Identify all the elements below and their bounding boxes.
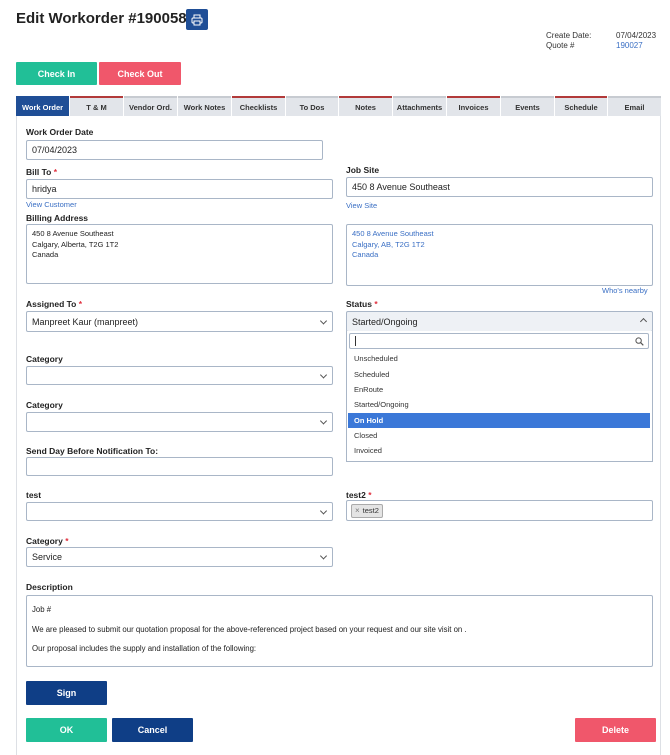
work-order-date-label: Work Order Date: [26, 127, 94, 137]
ok-button[interactable]: OK: [26, 718, 107, 742]
cancel-button[interactable]: Cancel: [112, 718, 193, 742]
test-select[interactable]: [26, 502, 333, 521]
text-cursor: [355, 336, 356, 346]
status-label: Status *: [346, 299, 378, 309]
status-option[interactable]: Invoiced: [348, 443, 650, 458]
page-title: Edit Workorder #190058: [16, 10, 187, 27]
tab-vendor-orders[interactable]: Vendor Ord.: [124, 96, 177, 116]
description-editor[interactable]: Job # We are pleased to submit our quota…: [26, 595, 653, 667]
tab-t-and-m[interactable]: T & M: [70, 96, 123, 116]
billing-address-textarea[interactable]: 450 8 Avenue Southeast Calgary, Alberta,…: [26, 224, 333, 284]
assigned-to-select[interactable]: Manpreet Kaur (manpreet): [26, 311, 333, 332]
billing-address-line: 450 8 Avenue Southeast: [32, 229, 114, 238]
send-day-before-label: Send Day Before Notification To:: [26, 446, 159, 456]
view-customer-link[interactable]: View Customer: [26, 200, 77, 209]
work-order-date-input[interactable]: 07/04/2023: [26, 140, 323, 160]
site-address-line[interactable]: Canada: [352, 250, 647, 261]
status-option-highlighted[interactable]: On Hold: [348, 413, 650, 428]
remove-tag-icon[interactable]: ×: [355, 506, 360, 515]
job-site-input[interactable]: 450 8 Avenue Southeast: [346, 177, 653, 197]
bill-to-input[interactable]: hridya: [26, 179, 333, 199]
category-label: Category: [26, 400, 63, 410]
test2-tag-label: test2: [362, 506, 379, 515]
tab-email[interactable]: Email: [608, 96, 661, 116]
status-select[interactable]: Started/Ongoing: [346, 311, 653, 332]
chevron-up-icon: [639, 317, 648, 326]
site-address-box: 450 8 Avenue Southeast Calgary, AB, T2G …: [346, 224, 653, 286]
tab-schedule[interactable]: Schedule: [555, 96, 607, 116]
description-line: Our proposal includes the supply and ins…: [32, 644, 257, 653]
quote-label: Quote #: [546, 41, 575, 50]
description-line: We are pleased to submit our quotation p…: [32, 624, 467, 634]
tab-work-notes[interactable]: Work Notes: [178, 96, 231, 116]
tab-checklists[interactable]: Checklists: [232, 96, 285, 116]
test2-multiselect[interactable]: × test2: [346, 500, 653, 521]
status-option[interactable]: EnRoute: [348, 382, 650, 397]
status-option[interactable]: Scheduled: [348, 367, 650, 382]
description-line: Job #: [32, 605, 52, 614]
check-in-button[interactable]: Check In: [16, 62, 97, 85]
tab-notes[interactable]: Notes: [339, 96, 392, 116]
job-site-label: Job Site: [346, 165, 380, 175]
print-button[interactable]: [186, 9, 208, 30]
billing-address-line: Calgary, Alberta, T2G 1T2: [32, 239, 119, 249]
category-value: Service: [32, 552, 63, 562]
view-site-link[interactable]: View Site: [346, 201, 377, 210]
site-address-line[interactable]: Calgary, AB, T2G 1T2: [352, 240, 647, 251]
tab-to-dos[interactable]: To Dos: [286, 96, 338, 116]
assigned-to-value: Manpreet Kaur (manpreet): [32, 316, 139, 327]
status-search-input[interactable]: [349, 333, 649, 349]
search-icon: [635, 337, 644, 346]
chevron-down-icon: [319, 316, 328, 325]
site-address-line[interactable]: 450 8 Avenue Southeast: [352, 229, 647, 240]
chevron-down-icon: [319, 506, 328, 515]
quote-link[interactable]: 190027: [616, 41, 643, 50]
category-select[interactable]: [26, 366, 333, 385]
chevron-down-icon: [319, 417, 328, 425]
category-select[interactable]: Service: [26, 547, 333, 567]
whos-nearby-link[interactable]: Who's nearby: [602, 286, 648, 295]
status-option[interactable]: Started/Ongoing: [348, 397, 650, 412]
billing-address-line: Canada: [32, 250, 59, 259]
check-out-button[interactable]: Check Out: [99, 62, 181, 85]
delete-button[interactable]: Delete: [575, 718, 656, 742]
tab-invoices[interactable]: Invoices: [447, 96, 500, 116]
category-label: Category: [26, 354, 63, 364]
status-value: Started/Ongoing: [352, 316, 418, 327]
chevron-down-icon: [319, 370, 328, 379]
printer-icon: [191, 14, 203, 25]
test-label: test: [26, 490, 42, 500]
chevron-down-icon: [319, 552, 328, 560]
description-label: Description: [26, 582, 73, 592]
tab-events[interactable]: Events: [501, 96, 554, 116]
billing-address-label: Billing Address: [26, 213, 89, 223]
tab-work-order[interactable]: Work Order: [16, 96, 69, 116]
status-option[interactable]: Closed: [348, 428, 650, 443]
sign-button[interactable]: Sign: [26, 681, 107, 705]
test2-label: test2 *: [346, 490, 372, 500]
assigned-to-label: Assigned To *: [26, 299, 83, 309]
create-date-value: 07/04/2023: [616, 31, 657, 40]
status-option[interactable]: Unscheduled: [348, 351, 650, 366]
create-date-label: Create Date:: [546, 31, 592, 40]
test2-tag: × test2: [351, 503, 383, 518]
category-select[interactable]: [26, 412, 333, 432]
tab-attachments[interactable]: Attachments: [393, 96, 446, 116]
category-label: Category *: [26, 536, 69, 546]
send-day-before-input[interactable]: [26, 457, 333, 476]
bill-to-label: Bill To *: [26, 167, 58, 177]
